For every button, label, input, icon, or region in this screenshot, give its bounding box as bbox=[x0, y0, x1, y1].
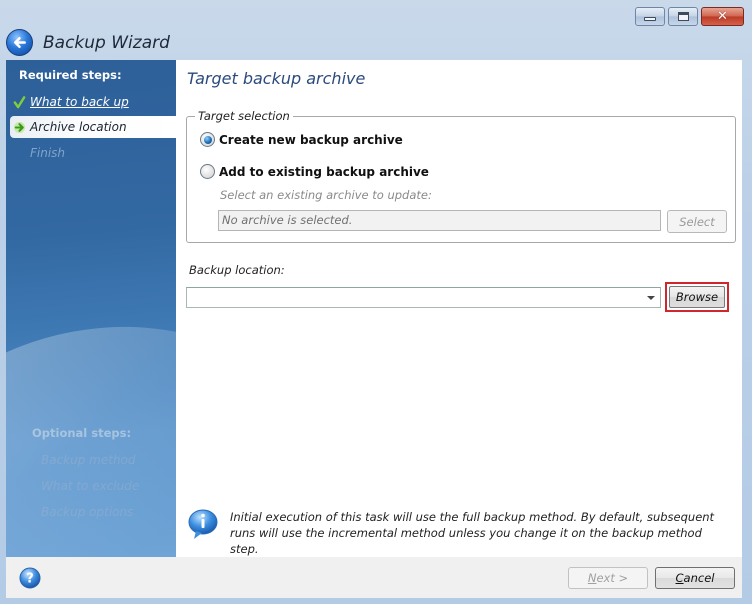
cancel-button[interactable]: Cancel bbox=[655, 567, 735, 589]
wizard-footer: ? Next > Cancel bbox=[6, 557, 742, 598]
step-archive-location[interactable]: Archive location bbox=[10, 116, 176, 138]
create-new-archive-radio[interactable]: Create new backup archive bbox=[200, 132, 403, 147]
cancel-label: ancel bbox=[683, 571, 715, 585]
info-message: Initial execution of this task will use … bbox=[230, 510, 715, 556]
backup-location-combobox[interactable] bbox=[186, 287, 661, 308]
cancel-mnemonic: C bbox=[675, 571, 684, 585]
help-icon[interactable]: ? bbox=[19, 567, 41, 589]
radio-unchecked-icon[interactable] bbox=[200, 164, 215, 179]
dropdown-arrow-icon[interactable] bbox=[647, 296, 655, 300]
checkmark-icon bbox=[12, 95, 26, 109]
browse-button[interactable]: Browse bbox=[669, 286, 725, 308]
page-title: Target backup archive bbox=[187, 69, 366, 88]
svg-text:?: ? bbox=[26, 572, 34, 587]
optional-step-backup-options[interactable]: Backup options bbox=[41, 505, 133, 519]
optional-step-what-to-exclude[interactable]: What to exclude bbox=[41, 479, 139, 493]
required-steps-heading: Required steps: bbox=[19, 68, 122, 82]
back-arrow-icon bbox=[13, 36, 26, 49]
radio-label: Create new backup archive bbox=[219, 132, 403, 147]
select-archive-button: Select bbox=[667, 210, 727, 233]
next-button: Next > bbox=[568, 567, 648, 589]
maximize-button[interactable] bbox=[668, 7, 698, 26]
window-controls: ✕ bbox=[635, 7, 744, 26]
arrow-right-icon bbox=[12, 120, 26, 134]
next-mnemonic: N bbox=[587, 571, 597, 585]
existing-archive-field: No archive is selected. bbox=[218, 210, 661, 231]
radio-checked-icon[interactable] bbox=[200, 132, 215, 147]
step-label: Archive location bbox=[30, 120, 127, 134]
next-label: ext > bbox=[596, 571, 629, 585]
step-label: What to back up bbox=[30, 95, 129, 109]
back-button[interactable] bbox=[6, 29, 33, 56]
minimize-button[interactable] bbox=[635, 7, 665, 26]
target-selection-group: Target selection Create new backup archi… bbox=[186, 109, 736, 243]
close-button[interactable]: ✕ bbox=[701, 7, 744, 26]
target-selection-legend: Target selection bbox=[195, 109, 293, 123]
optional-step-backup-method[interactable]: Backup method bbox=[41, 453, 136, 467]
add-to-existing-archive-radio[interactable]: Add to existing backup archive bbox=[200, 164, 429, 179]
radio-label: Add to existing backup archive bbox=[219, 164, 429, 179]
wizard-steps-sidebar: Required steps: What to back up Archive … bbox=[6, 60, 176, 557]
info-icon bbox=[188, 509, 218, 539]
minimize-icon bbox=[644, 17, 656, 21]
optional-steps-heading: Optional steps: bbox=[32, 426, 132, 440]
wizard-content: Target backup archive Target selection C… bbox=[176, 60, 742, 557]
backup-location-label: Backup location: bbox=[189, 263, 285, 277]
step-label: Finish bbox=[30, 146, 66, 160]
step-finish: Finish bbox=[6, 142, 176, 164]
browse-highlight: Browse bbox=[665, 282, 729, 312]
existing-archive-label: Select an existing archive to update: bbox=[220, 188, 432, 202]
title-bar: ✕ Backup Wizard bbox=[0, 0, 752, 60]
step-what-to-back-up[interactable]: What to back up bbox=[6, 91, 176, 113]
window-title: Backup Wizard bbox=[43, 33, 170, 53]
maximize-icon bbox=[677, 12, 689, 21]
close-icon: ✕ bbox=[717, 9, 728, 24]
